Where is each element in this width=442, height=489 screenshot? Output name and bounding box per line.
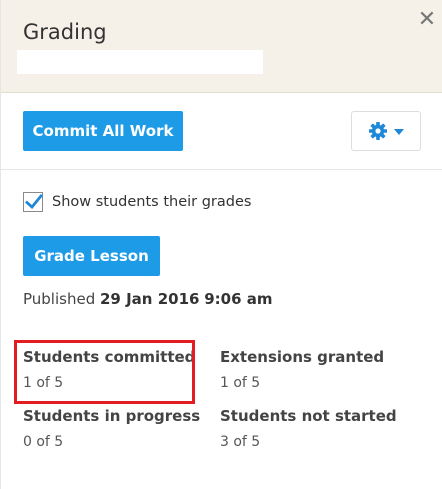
extensions-granted-label: Extensions granted <box>220 348 385 366</box>
published-info: Published 29 Jan 2016 9:06 am <box>23 290 273 308</box>
caret-down-icon <box>394 129 404 135</box>
published-prefix: Published <box>23 290 96 308</box>
extensions-granted-value: 1 of 5 <box>220 375 261 391</box>
students-not-started-value: 3 of 5 <box>220 434 261 450</box>
panel-title: Grading <box>23 20 107 44</box>
close-icon[interactable]: ✕ <box>415 8 439 32</box>
show-grades-label: Show students their grades <box>52 194 252 210</box>
panel-header: Grading ✕ <box>1 0 442 93</box>
settings-dropdown-button[interactable] <box>351 111 421 151</box>
published-time: 9:06 am <box>204 290 273 308</box>
checkmark-icon <box>25 194 43 210</box>
grading-panel: Grading ✕ Commit All Work Show students … <box>0 0 442 489</box>
students-not-started-label: Students not started <box>220 407 397 425</box>
students-in-progress-value: 0 of 5 <box>23 434 64 450</box>
grade-lesson-button[interactable]: Grade Lesson <box>23 236 160 276</box>
grading-toolbar: Commit All Work <box>1 93 442 170</box>
commit-all-work-button[interactable]: Commit All Work <box>23 111 183 151</box>
students-in-progress-label: Students in progress <box>23 407 201 425</box>
gear-icon <box>369 122 387 140</box>
show-grades-checkbox[interactable] <box>23 192 43 212</box>
highlight-box <box>14 340 195 404</box>
lesson-name-placeholder <box>17 50 263 74</box>
published-date: 29 Jan 2016 <box>100 290 200 308</box>
